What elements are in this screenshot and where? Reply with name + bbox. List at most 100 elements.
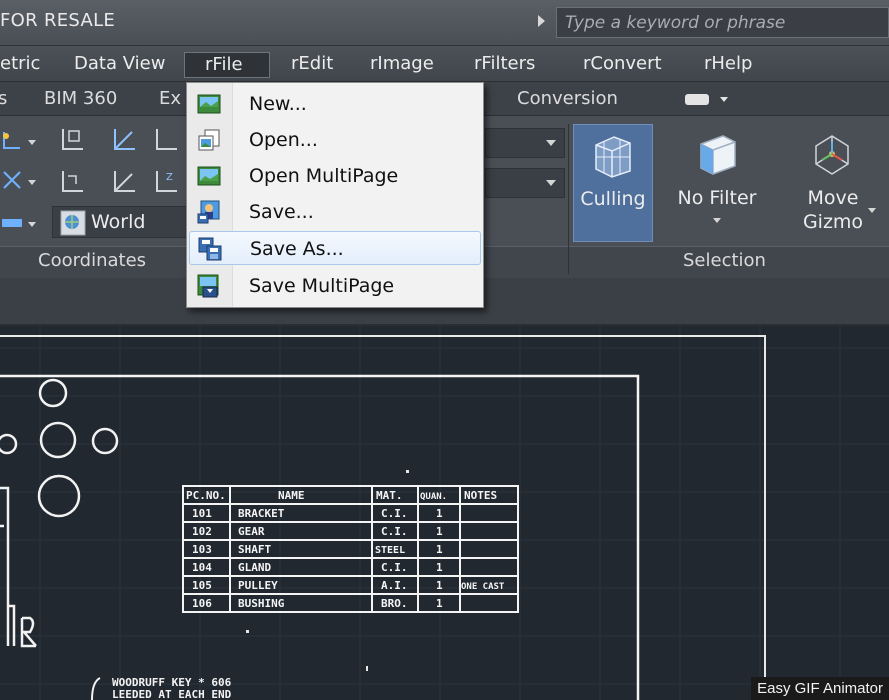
save-image-icon [197,200,220,224]
table-cell: C.I. [381,525,408,538]
panel-toggle-icon[interactable] [685,94,709,105]
drawing-canvas[interactable]: PC.NO. NAME MAT. QUAN. NOTES 101 BRACKET… [0,326,889,700]
menu-item-rconvert[interactable]: rConvert [577,52,668,78]
table-cell: GEAR [238,525,265,538]
menu-item-save-multipage[interactable]: Save MultiPage [189,269,481,303]
table-cell: 1 [436,543,443,556]
menu-item-data-view[interactable]: Data View [68,52,171,78]
table-cell: GLAND [238,561,271,574]
table-header-pcno: PC.NO. [186,489,226,502]
move-label: Move [807,187,859,209]
move-gizmo-button[interactable]: Move Gizmo [788,124,878,242]
table-cell: C.I. [381,561,408,574]
tab-bim-360[interactable]: BIM 360 [44,88,117,109]
menu-bar: etric Data View rFile rEdit rImage rFilt… [0,46,889,82]
culling-cube-icon [595,136,631,178]
window-title: FOR RESALE [0,10,116,31]
visual-style-dropdown[interactable] [485,128,565,158]
view-dropdown[interactable] [485,168,565,198]
table-cell: 1 [436,579,443,592]
table-cell: PULLEY [238,579,278,592]
chevron-down-icon [546,140,556,146]
menu-item-label: New... [249,93,307,115]
ucs-z-axis-icon[interactable]: Z [154,168,180,194]
menu-item-label: Open... [249,129,318,151]
open-image-icon [198,129,220,151]
no-filter-label: No Filter [677,187,757,209]
chevron-down-icon[interactable] [28,222,36,227]
world-label: World [91,211,146,233]
table-cell: SHAFT [238,543,271,556]
menu-item-rhelp[interactable]: rHelp [698,52,758,78]
culling-button[interactable]: Culling [573,124,653,242]
menu-item-save[interactable]: Save... [189,195,481,229]
title-bar: FOR RESALE [0,0,889,46]
drawing-note-line2: LEEDED AT EACH END [112,688,232,700]
menu-item-open-multipage[interactable]: Open MultiPage [189,159,481,193]
ucs-view-icon[interactable] [0,210,26,236]
gizmo-icon [815,135,849,175]
table-cell: 1 [436,507,443,520]
menu-item-rfilters[interactable]: rFilters [468,52,541,78]
search-expand-arrow-icon[interactable] [538,15,545,27]
ucs-face-icon[interactable] [112,168,138,194]
menu-item-rfile[interactable]: rFile [184,52,270,78]
table-cell: 101 [192,507,212,520]
menu-item-open[interactable]: Open... [189,123,481,157]
menu-item-rimage[interactable]: rImage [364,52,440,78]
table-cell: 103 [192,543,212,556]
chevron-down-icon [713,218,721,223]
save-multipage-icon [197,274,219,298]
table-cell: 1 [436,561,443,574]
table-cell: 1 [436,525,443,538]
menu-item-save-as[interactable]: Save As... [189,231,481,265]
menu-item-metric[interactable]: etric [0,52,46,78]
filter-cube-icon [700,135,736,175]
menu-item-new[interactable]: New... [189,87,481,121]
table-cell: BRO. [381,597,408,610]
table-cell: C.I. [381,507,408,520]
table-cell: 106 [192,597,212,610]
table-cell: BUSHING [238,597,285,610]
table-cell: 1 [436,597,443,610]
globe-icon [60,210,86,236]
menu-item-label: Save MultiPage [249,275,395,297]
table-header-mat: MAT. [376,489,403,502]
ucs-world-icon[interactable] [112,126,138,152]
open-multipage-icon [197,166,221,186]
chevron-down-icon[interactable] [28,180,36,185]
tab-express[interactable]: Ex [159,88,181,109]
chevron-down-icon [868,208,876,213]
ucs-previous-icon[interactable] [154,126,180,152]
ucs-origin-icon[interactable] [0,128,26,154]
menu-item-redit[interactable]: rEdit [285,52,339,78]
tab-partial-left[interactable]: s [0,88,7,109]
selection-panel-label: Selection [683,250,766,271]
table-header-name: NAME [278,489,305,502]
ucs-3point-icon[interactable] [0,168,26,194]
menu-item-label: Open MultiPage [249,165,399,187]
culling-label: Culling [580,188,646,210]
table-header-notes: NOTES [464,489,497,502]
table-cell: BRACKET [238,507,285,520]
search-input[interactable] [556,7,889,38]
no-filter-button[interactable]: No Filter [667,124,767,242]
watermark-label: Easy GIF Animator [751,677,889,700]
tab-conversion[interactable]: Conversion [517,88,618,109]
ucs-object-icon[interactable] [60,168,86,194]
table-cell: 104 [192,561,212,574]
drawing-svg: PC.NO. NAME MAT. QUAN. NOTES 101 BRACKET… [0,326,889,700]
chevron-down-icon[interactable] [720,97,728,102]
ribbon-separator [568,124,569,274]
table-cell: 105 [192,579,212,592]
save-as-icon [198,237,222,261]
table-cell: STEEL [375,545,405,556]
gizmo-label: Gizmo [802,211,864,233]
new-image-icon [197,94,221,114]
chevron-down-icon [546,180,556,186]
chevron-down-icon[interactable] [28,140,36,145]
svg-text:Z: Z [166,172,173,183]
menu-item-label: Save As... [250,238,344,260]
ucs-named-icon[interactable] [60,126,86,152]
table-cell: ONE CAST [461,582,505,592]
